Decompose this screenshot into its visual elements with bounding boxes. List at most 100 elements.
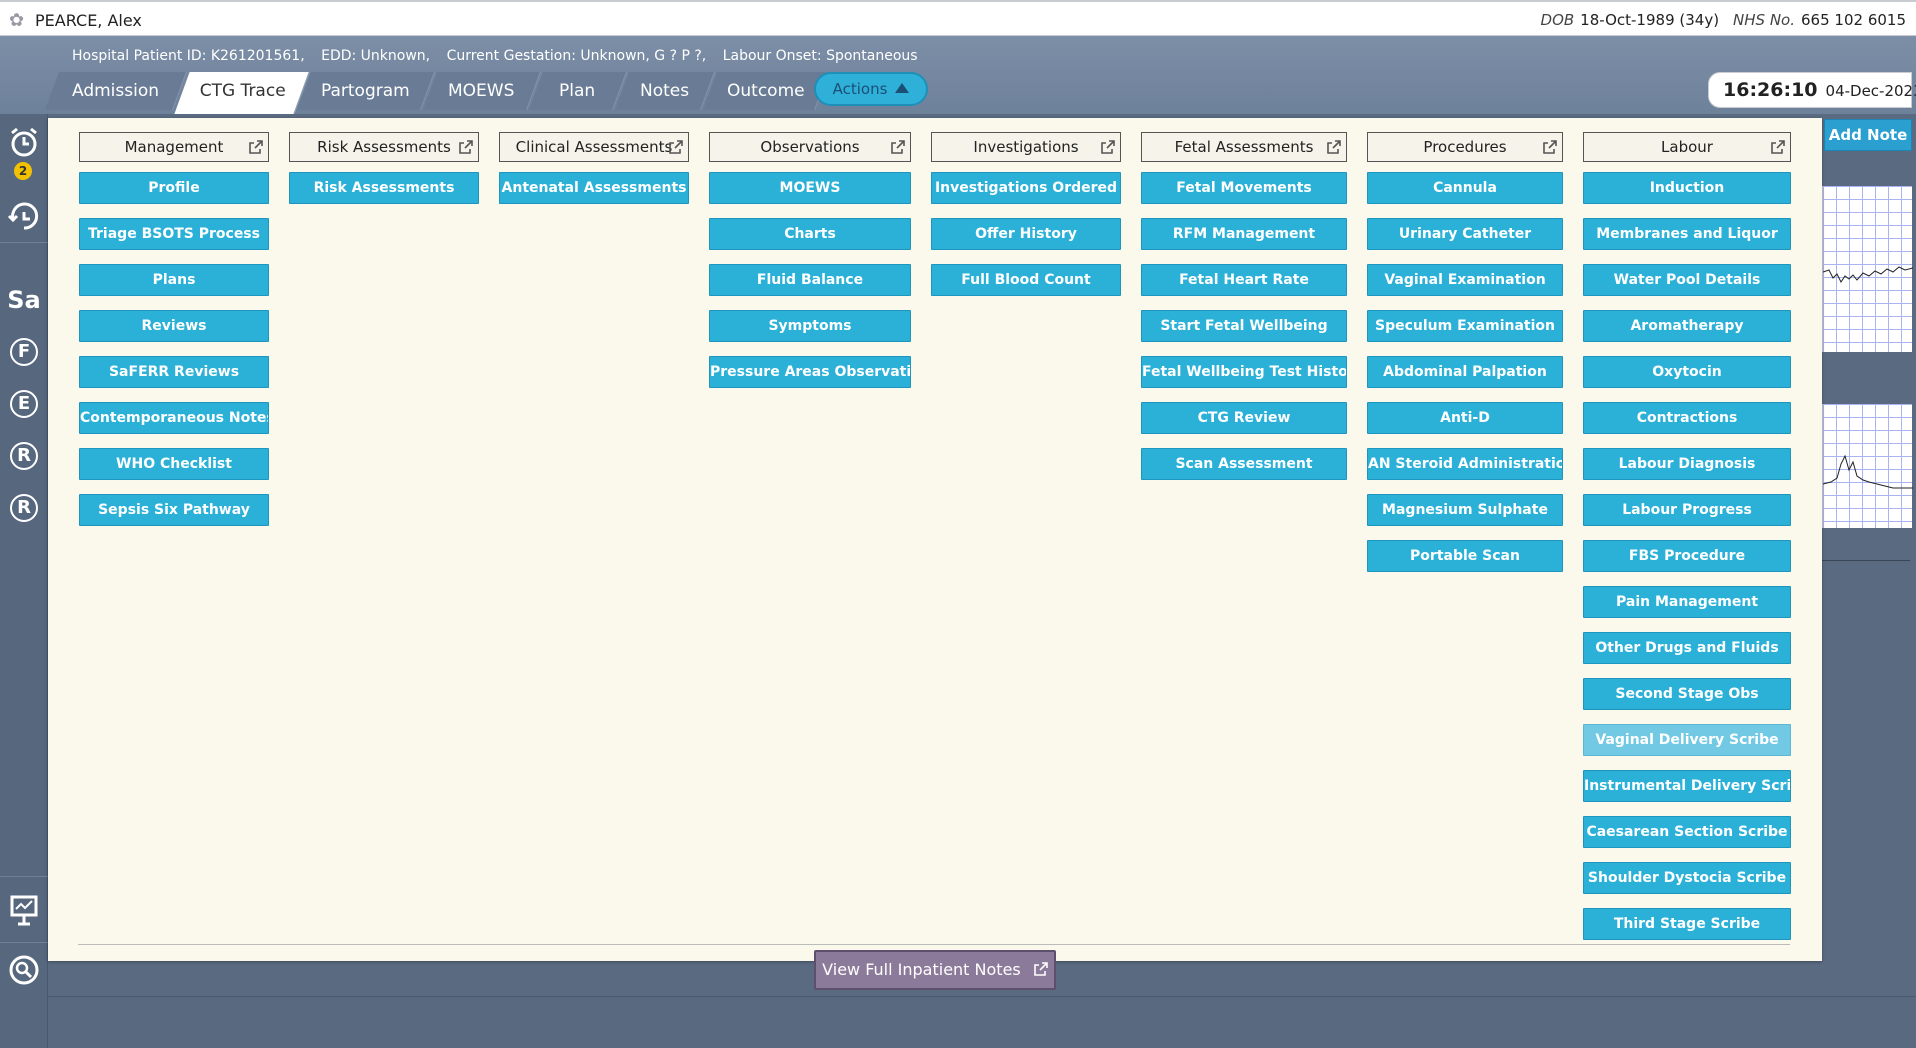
alarm-clock-button[interactable]: 2 — [4, 122, 44, 180]
ctg-review-button[interactable]: CTG Review — [1141, 402, 1347, 434]
pain-management-button[interactable]: Pain Management — [1583, 586, 1791, 618]
column-header-fetal-assessments[interactable]: Fetal Assessments — [1141, 132, 1347, 162]
tab-moews[interactable]: MOEWS — [423, 72, 541, 110]
triage-bsots-process-button[interactable]: Triage BSOTS Process — [79, 218, 269, 250]
panel-divider — [78, 944, 1790, 945]
bottom-strip — [48, 996, 1916, 1048]
induction-button[interactable]: Induction — [1583, 172, 1791, 204]
alarm-count-badge: 2 — [14, 162, 32, 180]
cannula-button[interactable]: Cannula — [1367, 172, 1563, 204]
full-blood-count-button[interactable]: Full Blood Count — [931, 264, 1121, 296]
risk-assessments-button[interactable]: Risk Assessments — [289, 172, 479, 204]
patient-identifiers: DOB 18-Oct-1989 (34y) NHS No. 665 102 6015 — [1541, 11, 1906, 29]
sidebar-letter-r1[interactable]: R — [10, 442, 38, 470]
charts-button[interactable]: Charts — [709, 218, 911, 250]
sidebar-letter-e[interactable]: E — [10, 390, 38, 418]
patient-info-bar: Hospital Patient ID: K261201561, EDD: Un… — [72, 48, 930, 64]
magnesium-sulphate-button[interactable]: Magnesium Sulphate — [1367, 494, 1563, 526]
speculum-examination-button[interactable]: Speculum Examination — [1367, 310, 1563, 342]
actions-label: Actions — [832, 80, 888, 98]
start-fetal-wellbeing-button[interactable]: Start Fetal Wellbeing — [1141, 310, 1347, 342]
tab-ctg-trace[interactable]: CTG Trace — [174, 72, 310, 114]
water-pool-details-button[interactable]: Water Pool Details — [1583, 264, 1791, 296]
column-header-label: Labour — [1661, 138, 1713, 156]
sidebar-letter-r2[interactable]: R — [10, 494, 38, 522]
sepsis-six-pathway-button[interactable]: Sepsis Six Pathway — [79, 494, 269, 526]
presentation-button[interactable] — [4, 890, 44, 930]
investigations-ordered-button[interactable]: Investigations Ordered — [931, 172, 1121, 204]
search-icon — [9, 955, 39, 985]
profile-button[interactable]: Profile — [79, 172, 269, 204]
saferr-reviews-button[interactable]: SaFERR Reviews — [79, 356, 269, 388]
history-button[interactable] — [4, 196, 44, 236]
search-button[interactable] — [4, 950, 44, 990]
edd: EDD: Unknown, — [321, 48, 431, 64]
oxytocin-button[interactable]: Oxytocin — [1583, 356, 1791, 388]
external-link-icon — [1034, 962, 1048, 976]
fetal-heart-rate-button[interactable]: Fetal Heart Rate — [1141, 264, 1347, 296]
column-header-management[interactable]: Management — [79, 132, 269, 162]
urinary-catheter-button[interactable]: Urinary Catheter — [1367, 218, 1563, 250]
caret-up-icon — [895, 83, 910, 93]
external-link-icon — [1101, 140, 1115, 154]
sidebar-letter-sa[interactable]: Sa — [4, 280, 44, 320]
column-management: Management Profile Triage BSOTS Process … — [79, 132, 269, 540]
external-link-icon — [1543, 140, 1557, 154]
tab-label: Plan — [559, 81, 596, 101]
anti-d-button[interactable]: Anti-D — [1367, 402, 1563, 434]
offer-history-button[interactable]: Offer History — [931, 218, 1121, 250]
rfm-management-button[interactable]: RFM Management — [1141, 218, 1347, 250]
symptoms-button[interactable]: Symptoms — [709, 310, 911, 342]
column-header-procedures[interactable]: Procedures — [1367, 132, 1563, 162]
who-checklist-button[interactable]: WHO Checklist — [79, 448, 269, 480]
an-steroid-administration-button[interactable]: AN Steroid Administration — [1367, 448, 1563, 480]
actions-button[interactable]: Actions — [814, 72, 928, 106]
column-header-clinical-assessments[interactable]: Clinical Assessments — [499, 132, 689, 162]
view-full-inpatient-notes-button[interactable]: View Full Inpatient Notes — [814, 950, 1056, 990]
caesarean-section-scribe-button[interactable]: Caesarean Section Scribe — [1583, 816, 1791, 848]
portable-scan-button[interactable]: Portable Scan — [1367, 540, 1563, 572]
third-stage-scribe-button[interactable]: Third Stage Scribe — [1583, 908, 1791, 940]
sidebar-letter-f[interactable]: F — [10, 338, 38, 366]
second-stage-obs-button[interactable]: Second Stage Obs — [1583, 678, 1791, 710]
external-link-icon — [1771, 140, 1785, 154]
instrumental-delivery-scribe-button[interactable]: Instrumental Delivery Scribe — [1583, 770, 1791, 802]
abdominal-palpation-button[interactable]: Abdominal Palpation — [1367, 356, 1563, 388]
labour-progress-button[interactable]: Labour Progress — [1583, 494, 1791, 526]
add-note-button[interactable]: Add Note — [1824, 119, 1912, 151]
ctg-heart-rate-trace — [1823, 266, 1913, 283]
ctg-contraction-trace — [1823, 454, 1913, 489]
tab-admission[interactable]: Admission — [45, 72, 187, 110]
reviews-button[interactable]: Reviews — [79, 310, 269, 342]
column-header-risk-assessments[interactable]: Risk Assessments — [289, 132, 479, 162]
tab-outcome[interactable]: Outcome — [703, 72, 829, 110]
tab-partogram[interactable]: Partogram — [297, 72, 435, 110]
contemporaneous-notes-button[interactable]: Contemporaneous Notes — [79, 402, 269, 434]
actions-panel: Management Profile Triage BSOTS Process … — [48, 118, 1822, 961]
labour-diagnosis-button[interactable]: Labour Diagnosis — [1583, 448, 1791, 480]
tab-plan[interactable]: Plan — [529, 72, 627, 110]
shoulder-dystocia-scribe-button[interactable]: Shoulder Dystocia Scribe — [1583, 862, 1791, 894]
other-drugs-and-fluids-button[interactable]: Other Drugs and Fluids — [1583, 632, 1791, 664]
fbs-procedure-button[interactable]: FBS Procedure — [1583, 540, 1791, 572]
vaginal-delivery-scribe-button[interactable]: Vaginal Delivery Scribe — [1583, 724, 1791, 756]
contractions-button[interactable]: Contractions — [1583, 402, 1791, 434]
aromatherapy-button[interactable]: Aromatherapy — [1583, 310, 1791, 342]
fetal-wellbeing-test-history-button[interactable]: Fetal Wellbeing Test History — [1141, 356, 1347, 388]
vaginal-examination-button[interactable]: Vaginal Examination — [1367, 264, 1563, 296]
column-header-labour[interactable]: Labour — [1583, 132, 1791, 162]
moews-button[interactable]: MOEWS — [709, 172, 911, 204]
column-header-investigations[interactable]: Investigations — [931, 132, 1121, 162]
antenatal-assessments-button[interactable]: Antenatal Assessments — [499, 172, 689, 204]
fluid-balance-button[interactable]: Fluid Balance — [709, 264, 911, 296]
column-header-observations[interactable]: Observations — [709, 132, 911, 162]
fetal-movements-button[interactable]: Fetal Movements — [1141, 172, 1347, 204]
clock-time: 16:26:10 — [1723, 79, 1818, 101]
scan-assessment-button[interactable]: Scan Assessment — [1141, 448, 1347, 480]
clock: 16:26:10 04-Dec-2023 — [1708, 72, 1916, 108]
tab-notes[interactable]: Notes — [615, 72, 715, 110]
membranes-and-liquor-button[interactable]: Membranes and Liquor — [1583, 218, 1791, 250]
plans-button[interactable]: Plans — [79, 264, 269, 296]
pressure-areas-observation-button[interactable]: Pressure Areas Observation — [709, 356, 911, 388]
flower-icon: ✿ — [9, 10, 25, 31]
